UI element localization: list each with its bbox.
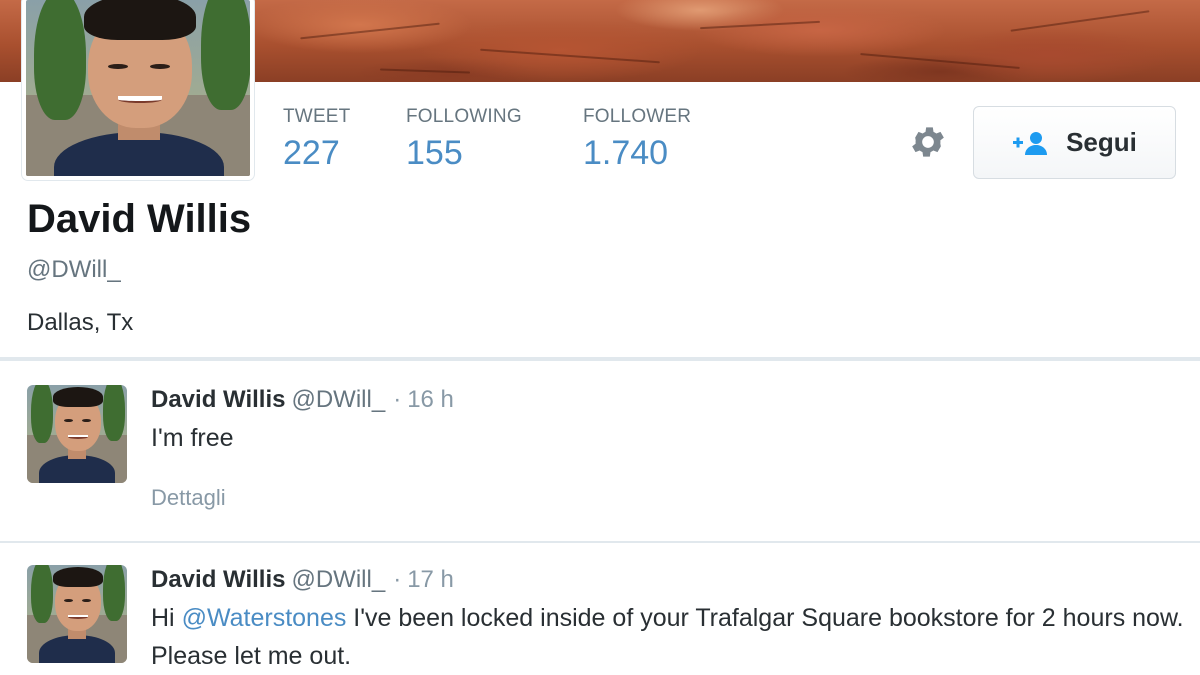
tweet-avatar[interactable] (27, 385, 127, 483)
tweet-mention-link[interactable]: @Waterstones (182, 604, 347, 632)
tweet-separator: · (393, 386, 402, 413)
tweet-timestamp[interactable]: 17 h (407, 566, 454, 593)
stat-label: FOLLOWER (583, 106, 692, 127)
tweet-header: David Willis @DWill_ · 17 h (151, 565, 454, 595)
stat-following[interactable]: FOLLOWING 155 (406, 106, 522, 172)
tweet-author-handle[interactable]: @DWill_ (291, 566, 385, 593)
stat-tweets[interactable]: TWEET 227 (283, 106, 351, 172)
follow-button[interactable]: Segui (973, 106, 1176, 179)
stat-followers[interactable]: FOLLOWER 1.740 (583, 106, 691, 172)
stat-value[interactable]: 1.740 (583, 134, 691, 172)
tweet-divider (0, 541, 1200, 543)
profile-avatar[interactable] (22, 0, 254, 180)
tweet-text-start: Hi (151, 604, 182, 632)
tweet-timestamp[interactable]: 16 h (407, 386, 454, 413)
stat-value[interactable]: 227 (283, 134, 351, 172)
tweet-separator: · (393, 566, 402, 593)
tweet-text: Hi @Waterstones I've been locked inside … (151, 599, 1191, 675)
profile-location: Dallas, Tx (27, 309, 134, 336)
profile-handle: @DWill_ (27, 256, 121, 283)
add-user-icon (1013, 131, 1048, 155)
follow-button-label: Segui (1066, 127, 1137, 157)
tweet-details-link[interactable]: Dettagli (151, 485, 226, 511)
stat-value[interactable]: 155 (406, 134, 522, 172)
profile-name: David Willis (27, 197, 252, 241)
gear-icon[interactable] (908, 122, 948, 162)
tweet-text: I'm free (151, 424, 234, 452)
tweet-header: David Willis @DWill_ · 16 h (151, 385, 454, 415)
tweet-author-name[interactable]: David Willis (151, 566, 285, 593)
tweet-author-handle[interactable]: @DWill_ (291, 386, 385, 413)
profile-divider (0, 357, 1200, 361)
tweet-author-name[interactable]: David Willis (151, 386, 285, 413)
profile-page: TWEET 227 FOLLOWING 155 FOLLOWER 1.740 S… (0, 0, 1200, 675)
stat-label: TWEET (283, 106, 351, 127)
stat-label: FOLLOWING (406, 106, 522, 127)
tweet-avatar[interactable] (27, 565, 127, 663)
